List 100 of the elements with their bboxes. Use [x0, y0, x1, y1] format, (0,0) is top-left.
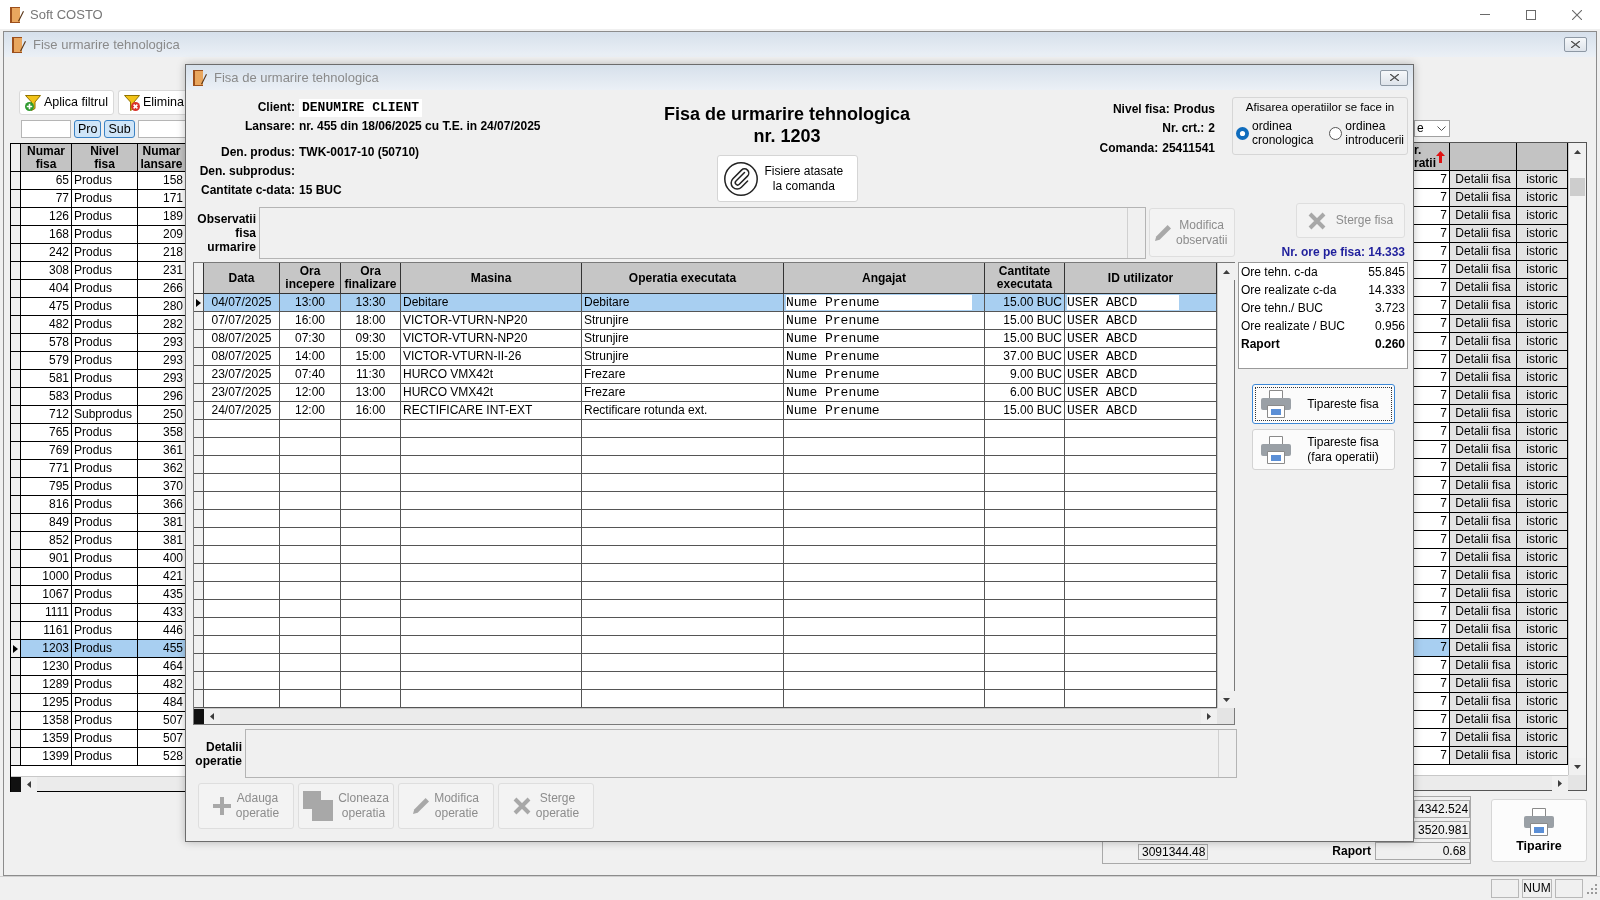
history-button[interactable]: istoric — [1517, 387, 1568, 405]
details-button[interactable]: Detalii fisa — [1450, 531, 1517, 549]
vertical-scrollbar[interactable] — [1217, 263, 1234, 708]
details-button[interactable]: Detalii fisa — [1450, 675, 1517, 693]
history-button[interactable]: istoric — [1517, 297, 1568, 315]
table-row[interactable]: 771 Produs 362 — [11, 460, 185, 478]
table-row[interactable]: 852 Produs 381 — [11, 532, 185, 550]
details-button[interactable]: Detalii fisa — [1450, 549, 1517, 567]
table-row[interactable]: 578 Produs 293 — [11, 334, 185, 352]
history-button[interactable]: istoric — [1517, 747, 1568, 765]
table-row[interactable]: 1230 Produs 464 — [11, 658, 185, 676]
history-button[interactable]: istoric — [1517, 621, 1568, 639]
details-button[interactable]: Detalii fisa — [1450, 261, 1517, 279]
history-button[interactable]: istoric — [1517, 261, 1568, 279]
horizontal-scrollbar[interactable] — [194, 708, 1217, 724]
table-row[interactable]: 795 Produs 370 — [11, 478, 185, 496]
history-button[interactable]: istoric — [1517, 657, 1568, 675]
table-row[interactable]: 23/07/2025 12:00 13:00 HURCO VMX42t Frezare Nume Prenume 6.00 BUC USER ABCD — [194, 384, 1217, 402]
history-button[interactable]: istoric — [1517, 603, 1568, 621]
close-button[interactable] — [1380, 69, 1408, 86]
history-button[interactable]: istoric — [1517, 351, 1568, 369]
history-button[interactable]: istoric — [1517, 171, 1568, 189]
details-button[interactable]: Detalii fisa — [1450, 603, 1517, 621]
table-row[interactable]: 583 Produs 296 — [11, 388, 185, 406]
history-button[interactable]: istoric — [1517, 423, 1568, 441]
print-button[interactable]: Tipareste fisa — [1252, 384, 1395, 424]
radio-option[interactable]: ordinea introducerii — [1329, 119, 1404, 147]
history-button[interactable]: istoric — [1517, 477, 1568, 495]
history-button[interactable]: istoric — [1517, 441, 1568, 459]
history-button[interactable]: istoric — [1517, 225, 1568, 243]
table-row[interactable]: 07/07/2025 16:00 18:00 VICTOR-VTURN-NP20 Strunjire Nume Prenume 15.00 BUC USER ABCD — [194, 312, 1217, 330]
history-button[interactable]: istoric — [1517, 315, 1568, 333]
history-button[interactable]: istoric — [1517, 531, 1568, 549]
horizontal-scrollbar[interactable] — [1414, 775, 1568, 790]
details-button[interactable]: Detalii fisa — [1450, 351, 1517, 369]
history-button[interactable]: istoric — [1517, 693, 1568, 711]
details-button[interactable]: Detalii fisa — [1450, 333, 1517, 351]
filter-input[interactable] — [21, 120, 71, 138]
table-row[interactable]: 126 Produs 189 — [11, 208, 185, 226]
table-row[interactable]: 849 Produs 381 — [11, 514, 185, 532]
table-row[interactable]: 77 Produs 171 — [11, 190, 185, 208]
table-row[interactable]: 168 Produs 209 — [11, 226, 185, 244]
table-row[interactable]: 1000 Produs 421 — [11, 568, 185, 586]
history-button[interactable]: istoric — [1517, 279, 1568, 297]
details-button[interactable]: Detalii fisa — [1450, 297, 1517, 315]
table-row[interactable]: 712 Subprodus 250 — [11, 406, 185, 424]
details-button[interactable]: Detalii fisa — [1450, 639, 1517, 657]
history-button[interactable]: istoric — [1517, 549, 1568, 567]
details-button[interactable]: Detalii fisa — [1450, 387, 1517, 405]
history-button[interactable]: istoric — [1517, 585, 1568, 603]
history-button[interactable]: istoric — [1517, 207, 1568, 225]
details-button[interactable]: Detalii fisa — [1450, 567, 1517, 585]
details-button[interactable]: Detalii fisa — [1450, 189, 1517, 207]
details-button[interactable]: Detalii fisa — [1450, 729, 1517, 747]
table-row[interactable]: 404 Produs 266 — [11, 280, 185, 298]
filter-toggle[interactable]: Pro — [74, 120, 102, 138]
details-button[interactable]: Detalii fisa — [1450, 243, 1517, 261]
details-button[interactable]: Detalii fisa — [1450, 747, 1517, 765]
history-button[interactable]: istoric — [1517, 189, 1568, 207]
table-row[interactable]: 579 Produs 293 — [11, 352, 185, 370]
details-button[interactable]: Detalii fisa — [1450, 441, 1517, 459]
details-button[interactable]: Detalii fisa — [1450, 477, 1517, 495]
details-button[interactable]: Detalii fisa — [1450, 225, 1517, 243]
filter-toggle[interactable]: Sub — [104, 120, 135, 138]
print-button[interactable]: Tipareste fisa (fara operatii) — [1252, 429, 1395, 470]
history-button[interactable]: istoric — [1517, 639, 1568, 657]
table-row[interactable]: 1067 Produs 435 — [11, 586, 185, 604]
details-button[interactable]: Detalii fisa — [1450, 459, 1517, 477]
filter-input[interactable] — [137, 120, 185, 138]
table-row[interactable]: 1295 Produs 484 — [11, 694, 185, 712]
table-row[interactable]: 901 Produs 400 — [11, 550, 185, 568]
details-button[interactable]: Detalii fisa — [1450, 369, 1517, 387]
history-button[interactable]: istoric — [1517, 405, 1568, 423]
details-button[interactable]: Detalii fisa — [1450, 621, 1517, 639]
table-row[interactable]: 1289 Produs 482 — [11, 676, 185, 694]
vertical-scrollbar[interactable] — [1568, 143, 1586, 775]
history-button[interactable]: istoric — [1517, 369, 1568, 387]
print-button[interactable]: Tiparire — [1491, 799, 1587, 862]
history-button[interactable]: istoric — [1517, 513, 1568, 531]
details-button[interactable]: Detalii fisa — [1450, 693, 1517, 711]
history-button[interactable]: istoric — [1517, 729, 1568, 747]
scrollbar-thumb[interactable] — [1570, 178, 1585, 196]
details-button[interactable]: Detalii fisa — [1450, 495, 1517, 513]
table-row[interactable]: 1358 Produs 507 — [11, 712, 185, 730]
table-row[interactable]: 65 Produs 158 — [11, 172, 185, 190]
notes-field[interactable] — [259, 207, 1146, 259]
attachments-button[interactable]: Fisiere atasate la comanda — [716, 155, 858, 202]
table-row[interactable]: 816 Produs 366 — [11, 496, 185, 514]
table-row[interactable]: 1359 Produs 507 — [11, 730, 185, 748]
filter-button[interactable]: Elimina — [117, 90, 185, 115]
history-button[interactable]: istoric — [1517, 333, 1568, 351]
history-button[interactable]: istoric — [1517, 711, 1568, 729]
details-button[interactable]: Detalii fisa — [1450, 585, 1517, 603]
table-row[interactable]: 1203 Produs 455 — [11, 640, 185, 658]
filter-dropdown[interactable]: e — [1414, 120, 1450, 137]
table-row[interactable]: 1399 Produs 528 — [11, 748, 185, 766]
table-row[interactable]: 581 Produs 293 — [11, 370, 185, 388]
radio-option[interactable]: ordinea cronologica — [1236, 119, 1314, 147]
table-row[interactable]: 769 Produs 361 — [11, 442, 185, 460]
details-button[interactable]: Detalii fisa — [1450, 657, 1517, 675]
